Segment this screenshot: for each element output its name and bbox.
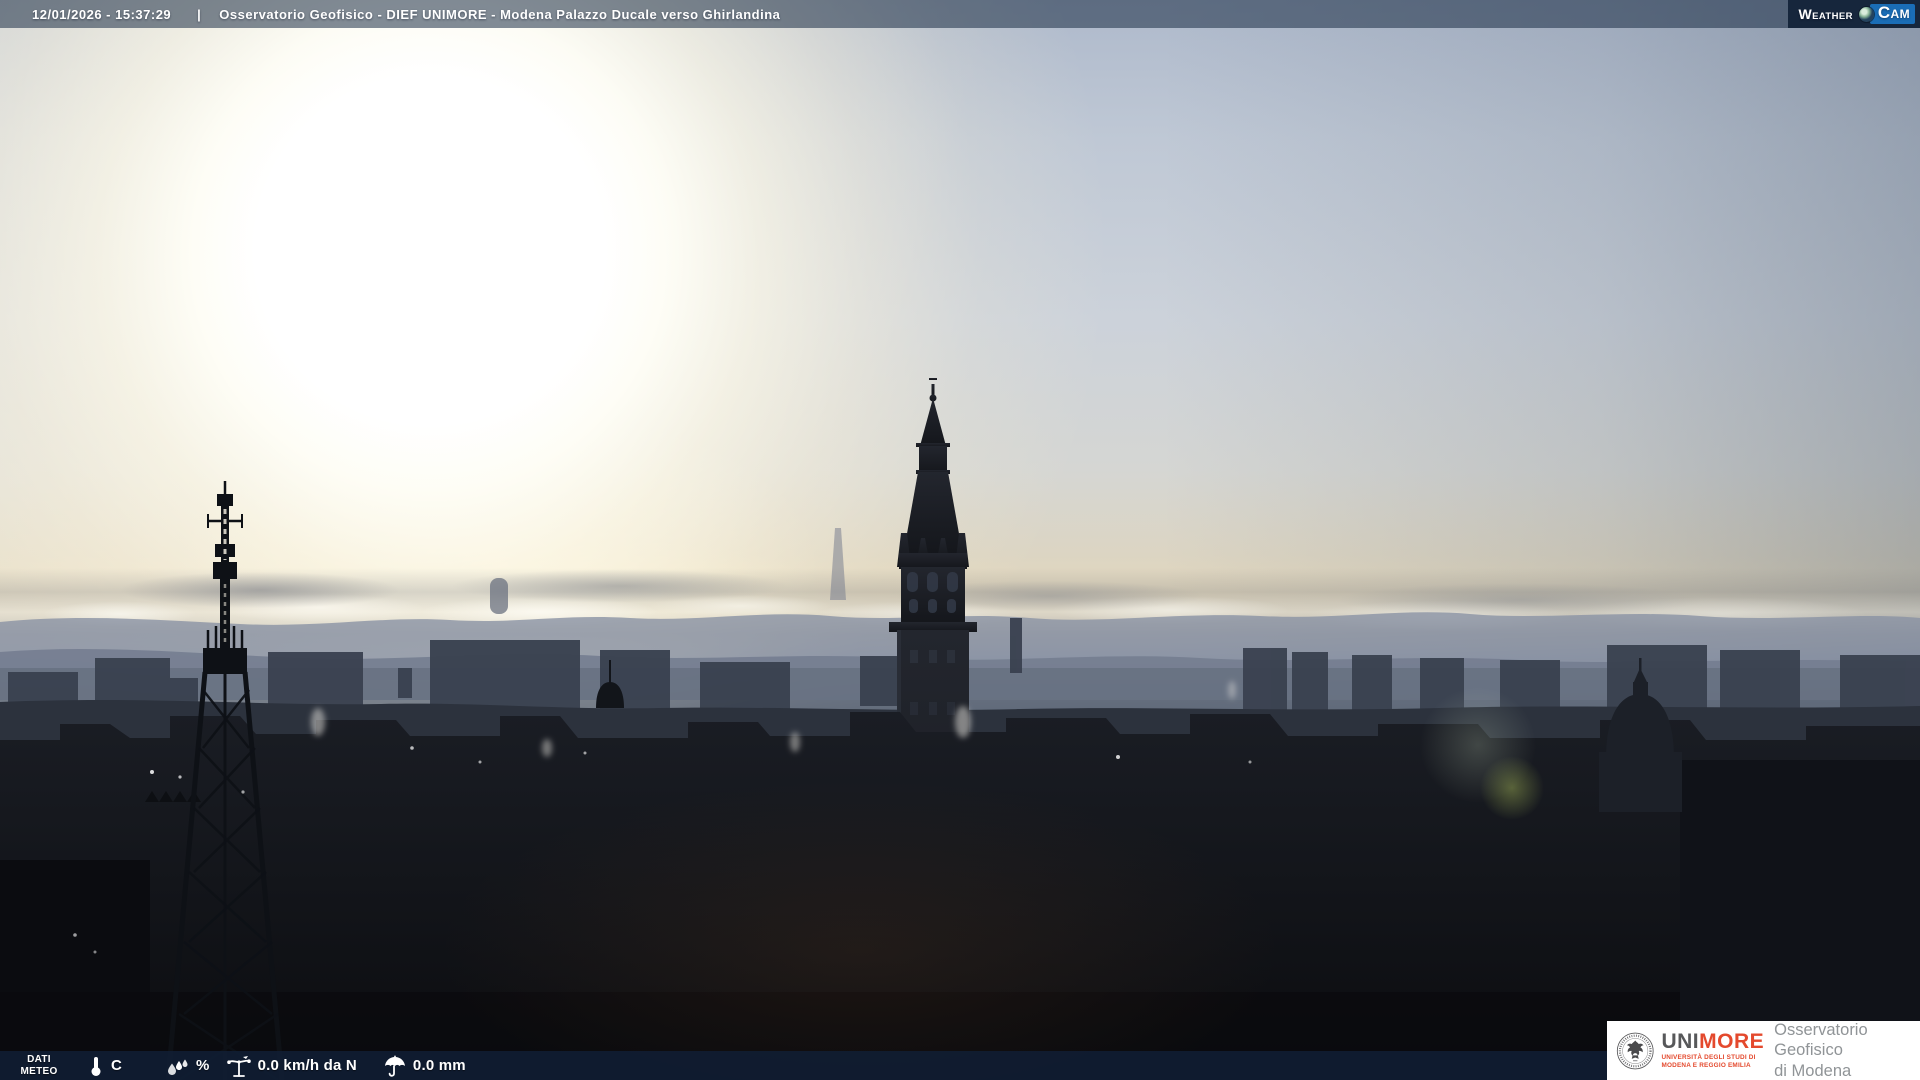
thermometer-icon: [90, 1055, 102, 1077]
unimore-subtitle-1: UNIVERSITÀ DEGLI STUDI DI: [1661, 1054, 1764, 1062]
globe-lens-icon: [1859, 7, 1874, 22]
rain-value: 0.0 mm: [413, 1057, 466, 1074]
unimore-subtitle-2: MODENA E REGGIO EMILIA: [1661, 1062, 1764, 1070]
unimore-wordmark: UNIMORE UNIVERSITÀ DEGLI STUDI DI MODENA…: [1661, 1031, 1764, 1070]
camera-title: Osservatorio Geofisico - DIEF UNIMORE - …: [219, 7, 780, 22]
timestamp: 12/01/2026 - 15:37:29: [32, 7, 171, 22]
top-info-bar: 12/01/2026 - 15:37:29 | Osservatorio Geo…: [0, 0, 1920, 28]
observatory-line-1: Osservatorio Geofisico: [1774, 1020, 1920, 1061]
temperature-value: C: [111, 1057, 122, 1074]
weathercam-logo: WEATHER CAM: [1788, 0, 1920, 28]
meteo-label: DATI METEO: [14, 1054, 64, 1077]
humidity-value: %: [196, 1057, 210, 1074]
unimore-more: MORE: [1699, 1030, 1764, 1053]
umbrella-icon: [383, 1055, 407, 1077]
wind-value: 0.0 km/h da N: [258, 1057, 357, 1074]
unimore-uni: UNI: [1661, 1030, 1699, 1053]
observatory-line-2: di Modena: [1774, 1061, 1920, 1080]
humidity-drops-icon: [166, 1056, 190, 1076]
brand-cam-box: CAM: [1870, 4, 1915, 24]
brand-cam-text: CAM: [1878, 4, 1910, 23]
unimore-logo-box: UNIMORE UNIVERSITÀ DEGLI STUDI DI MODENA…: [1607, 1021, 1920, 1080]
separator: |: [197, 7, 201, 22]
observatory-name: Osservatorio Geofisico di Modena: [1774, 1020, 1920, 1080]
anemometer-icon: [226, 1055, 252, 1077]
scene-silhouettes: [0, 0, 1920, 1080]
webcam-view: 12/01/2026 - 15:37:29 | Osservatorio Geo…: [0, 0, 1920, 1080]
brand-weather-text: WEATHER: [1798, 6, 1852, 22]
university-seal: [1616, 1029, 1654, 1073]
